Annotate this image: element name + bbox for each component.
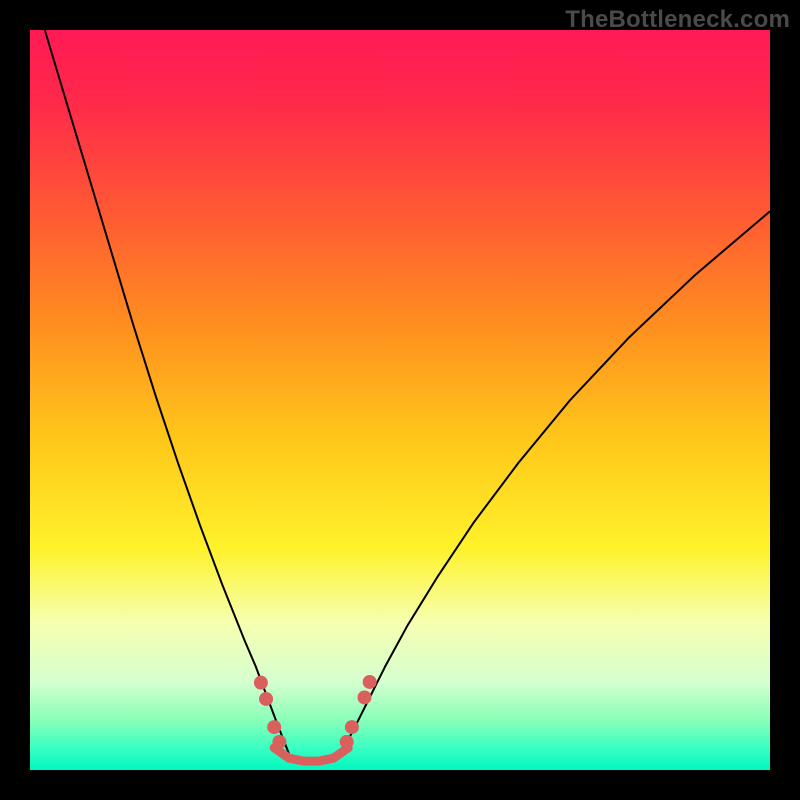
marker-knee-left: [267, 720, 281, 734]
plot-area: [30, 30, 770, 770]
marker-knee-right: [345, 720, 359, 734]
marker-knee-right: [340, 735, 354, 749]
marker-knee-left: [254, 676, 268, 690]
marker-knee-right: [357, 690, 371, 704]
marker-knee-right: [363, 675, 377, 689]
marker-knee-left: [259, 692, 273, 706]
marker-knee-left: [272, 735, 286, 749]
chart-canvas: [30, 30, 770, 770]
gradient-background: [30, 30, 770, 770]
watermark-text: TheBottleneck.com: [565, 6, 790, 34]
chart-frame: TheBottleneck.com: [0, 0, 800, 800]
